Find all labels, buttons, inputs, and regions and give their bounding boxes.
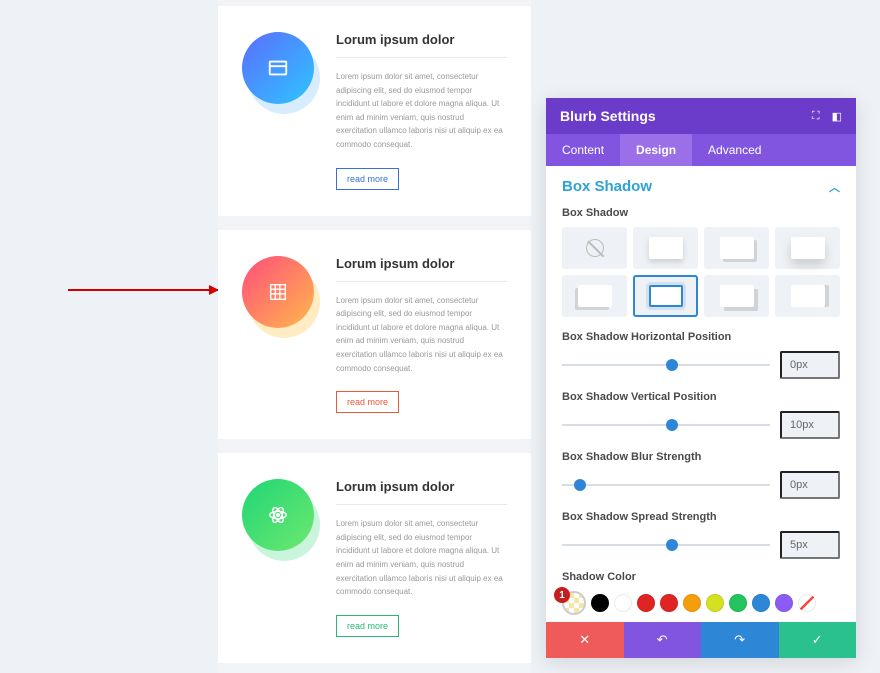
color-swatch-none[interactable] <box>798 594 816 612</box>
tab-content[interactable]: Content <box>546 134 620 166</box>
card-text: Lorem ipsum dolor sit amet, consectetur … <box>336 70 507 152</box>
divider <box>336 281 507 282</box>
save-button[interactable]: ✓ <box>779 622 857 658</box>
window-icon <box>267 57 289 79</box>
card-icon-circle <box>242 479 314 551</box>
color-swatch[interactable] <box>637 594 655 612</box>
badge-marker: 1 <box>554 587 570 603</box>
color-swatch[interactable] <box>706 594 724 612</box>
shadow-preset-grid <box>562 227 840 317</box>
shadow-preset[interactable] <box>775 275 840 317</box>
color-swatch[interactable] <box>660 594 678 612</box>
card-text: Lorem ipsum dolor sit amet, consectetur … <box>336 517 507 599</box>
settings-panel: Blurb Settings ⛶ ◧ Content Design Advanc… <box>546 98 856 658</box>
spread-label: Box Shadow Spread Strength <box>562 511 840 523</box>
spread-slider[interactable] <box>562 535 770 555</box>
vert-slider[interactable] <box>562 415 770 435</box>
horiz-label: Box Shadow Horizontal Position <box>562 331 840 343</box>
cancel-button[interactable]: ✕ <box>546 622 624 658</box>
card-text: Lorem ipsum dolor sit amet, consectetur … <box>336 294 507 376</box>
panel-body[interactable]: Box Shadow ︿ Box Shadow Box Shadow Horiz… <box>546 166 856 622</box>
horiz-value[interactable] <box>780 351 840 379</box>
card-title: Lorum ipsum dolor <box>336 256 507 271</box>
pointer-arrow <box>68 289 218 291</box>
tab-design[interactable]: Design <box>620 134 692 166</box>
blur-value[interactable] <box>780 471 840 499</box>
color-swatch[interactable] <box>729 594 747 612</box>
card-icon-circle <box>242 256 314 328</box>
divider <box>336 504 507 505</box>
more-dots-icon[interactable]: ••• <box>565 619 840 622</box>
blurb-card: Lorum ipsum dolor Lorem ipsum dolor sit … <box>218 453 531 663</box>
panel-footer: ✕ ↶ ↷ ✓ <box>546 622 856 658</box>
chevron-up-icon: ︿ <box>829 179 840 195</box>
shadow-preset[interactable] <box>704 227 769 269</box>
grid-icon <box>267 281 289 303</box>
atom-icon <box>267 504 289 526</box>
dock-icon[interactable]: ◧ <box>832 110 842 123</box>
tabs: Content Design Advanced <box>546 134 856 166</box>
preview-column: Lorum ipsum dolor Lorem ipsum dolor sit … <box>218 0 531 673</box>
card-title: Lorum ipsum dolor <box>336 479 507 494</box>
undo-button[interactable]: ↶ <box>624 622 702 658</box>
panel-title: Blurb Settings <box>560 108 656 124</box>
read-more-button[interactable]: read more <box>336 168 399 190</box>
spread-value[interactable] <box>780 531 840 559</box>
color-label: Shadow Color <box>562 571 840 583</box>
color-swatch[interactable] <box>775 594 793 612</box>
section-header[interactable]: Box Shadow ︿ <box>562 178 840 195</box>
blurb-card: Lorum ipsum dolor Lorem ipsum dolor sit … <box>218 230 531 440</box>
color-swatch[interactable] <box>614 594 632 612</box>
shadow-preset[interactable] <box>633 227 698 269</box>
box-shadow-label: Box Shadow <box>562 207 840 219</box>
color-swatch[interactable] <box>591 594 609 612</box>
color-swatch[interactable] <box>683 594 701 612</box>
card-icon-circle <box>242 32 314 104</box>
section-title: Box Shadow <box>562 178 652 195</box>
blur-label: Box Shadow Blur Strength <box>562 451 840 463</box>
shadow-preset[interactable] <box>562 275 627 317</box>
vert-label: Box Shadow Vertical Position <box>562 391 840 403</box>
color-swatches: 1 <box>562 591 840 615</box>
shadow-preset[interactable] <box>775 227 840 269</box>
divider <box>336 57 507 58</box>
shadow-preset-none[interactable] <box>562 227 627 269</box>
color-swatch[interactable] <box>752 594 770 612</box>
vert-value[interactable] <box>780 411 840 439</box>
shadow-preset[interactable] <box>704 275 769 317</box>
panel-header: Blurb Settings ⛶ ◧ <box>546 98 856 134</box>
shadow-preset-selected[interactable] <box>633 275 698 317</box>
tab-advanced[interactable]: Advanced <box>692 134 777 166</box>
read-more-button[interactable]: read more <box>336 391 399 413</box>
read-more-button[interactable]: read more <box>336 615 399 637</box>
blurb-card: Lorum ipsum dolor Lorem ipsum dolor sit … <box>218 6 531 216</box>
horiz-slider[interactable] <box>562 355 770 375</box>
redo-button[interactable]: ↷ <box>701 622 779 658</box>
blur-slider[interactable] <box>562 475 770 495</box>
none-icon <box>586 239 604 257</box>
card-title: Lorum ipsum dolor <box>336 32 507 47</box>
expand-icon[interactable]: ⛶ <box>812 110 820 123</box>
